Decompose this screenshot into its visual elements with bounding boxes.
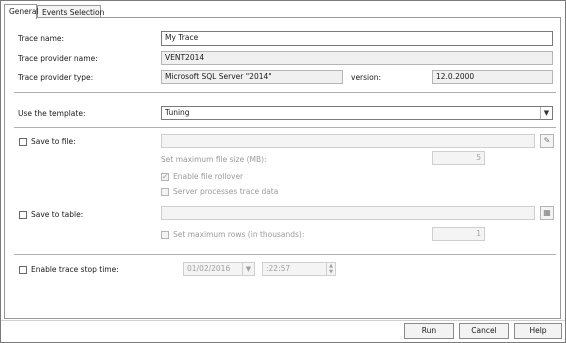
trace-provider-type-field: Microsoft SQL Server "2014" bbox=[161, 70, 343, 84]
footer-separator bbox=[1, 320, 565, 321]
max-rows-label: Set maximum rows (in thousands): bbox=[173, 230, 305, 239]
max-rows-input: 1 bbox=[432, 227, 485, 241]
save-to-table-input bbox=[161, 206, 535, 220]
separator bbox=[14, 254, 556, 255]
trace-name-input[interactable]: My Trace bbox=[161, 31, 553, 46]
max-rows-checkbox bbox=[161, 231, 169, 239]
max-file-size-label: Set maximum file size (MB): bbox=[161, 155, 267, 164]
template-select[interactable]: Tuning ▼ bbox=[161, 106, 553, 120]
enable-rollover-label: Enable file rollover bbox=[173, 172, 244, 181]
version-field: 12.0.2000 bbox=[432, 70, 553, 84]
save-to-file-path-input bbox=[161, 134, 535, 148]
run-button[interactable]: Run bbox=[404, 323, 454, 339]
tab-general[interactable]: General bbox=[4, 4, 39, 19]
trace-provider-type-label: Trace provider type: bbox=[18, 73, 94, 82]
stop-date-picker: 01/02/2016 ▼ bbox=[183, 262, 255, 276]
chevron-down-icon: ▼ bbox=[242, 263, 254, 275]
tab-events-selection-label: Events Selection bbox=[42, 8, 105, 17]
max-file-size-input: 5 bbox=[432, 151, 485, 165]
cancel-button[interactable]: Cancel bbox=[459, 323, 509, 339]
enable-rollover-checkbox bbox=[161, 172, 169, 181]
save-to-table-checkbox[interactable] bbox=[19, 211, 27, 219]
trace-name-label: Trace name: bbox=[18, 34, 65, 43]
stop-time-spinner: :22:57 ▲ ▼ bbox=[262, 262, 336, 276]
help-button[interactable]: Help bbox=[514, 323, 562, 339]
stop-date-value: 01/02/2016 bbox=[187, 264, 231, 273]
save-to-file-label: Save to file: bbox=[31, 137, 76, 146]
chevron-down-icon[interactable]: ▼ bbox=[540, 107, 552, 119]
spinner-arrows-icon: ▲ ▼ bbox=[326, 263, 335, 275]
folder-icon[interactable]: ✎ bbox=[540, 134, 554, 148]
tab-strip: General Events Selection bbox=[1, 4, 565, 19]
template-label: Use the template: bbox=[18, 109, 86, 118]
template-select-value: Tuning bbox=[165, 108, 190, 117]
enable-stop-time-checkbox[interactable] bbox=[19, 266, 27, 274]
stop-time-value: :22:57 bbox=[266, 264, 291, 273]
server-process-checkbox bbox=[161, 188, 169, 196]
trace-provider-name-field: VENT2014 bbox=[161, 51, 553, 65]
tab-general-label: General bbox=[9, 7, 39, 16]
server-process-label: Server processes trace data bbox=[173, 187, 279, 196]
enable-stop-time-label: Enable trace stop time: bbox=[31, 265, 119, 274]
separator bbox=[14, 92, 556, 93]
save-to-file-checkbox[interactable] bbox=[19, 138, 27, 146]
separator bbox=[14, 127, 556, 128]
table-icon[interactable]: ▦ bbox=[540, 206, 554, 220]
trace-provider-name-label: Trace provider name: bbox=[18, 54, 98, 63]
version-label: version: bbox=[351, 73, 381, 82]
save-to-table-label: Save to table: bbox=[31, 210, 84, 219]
